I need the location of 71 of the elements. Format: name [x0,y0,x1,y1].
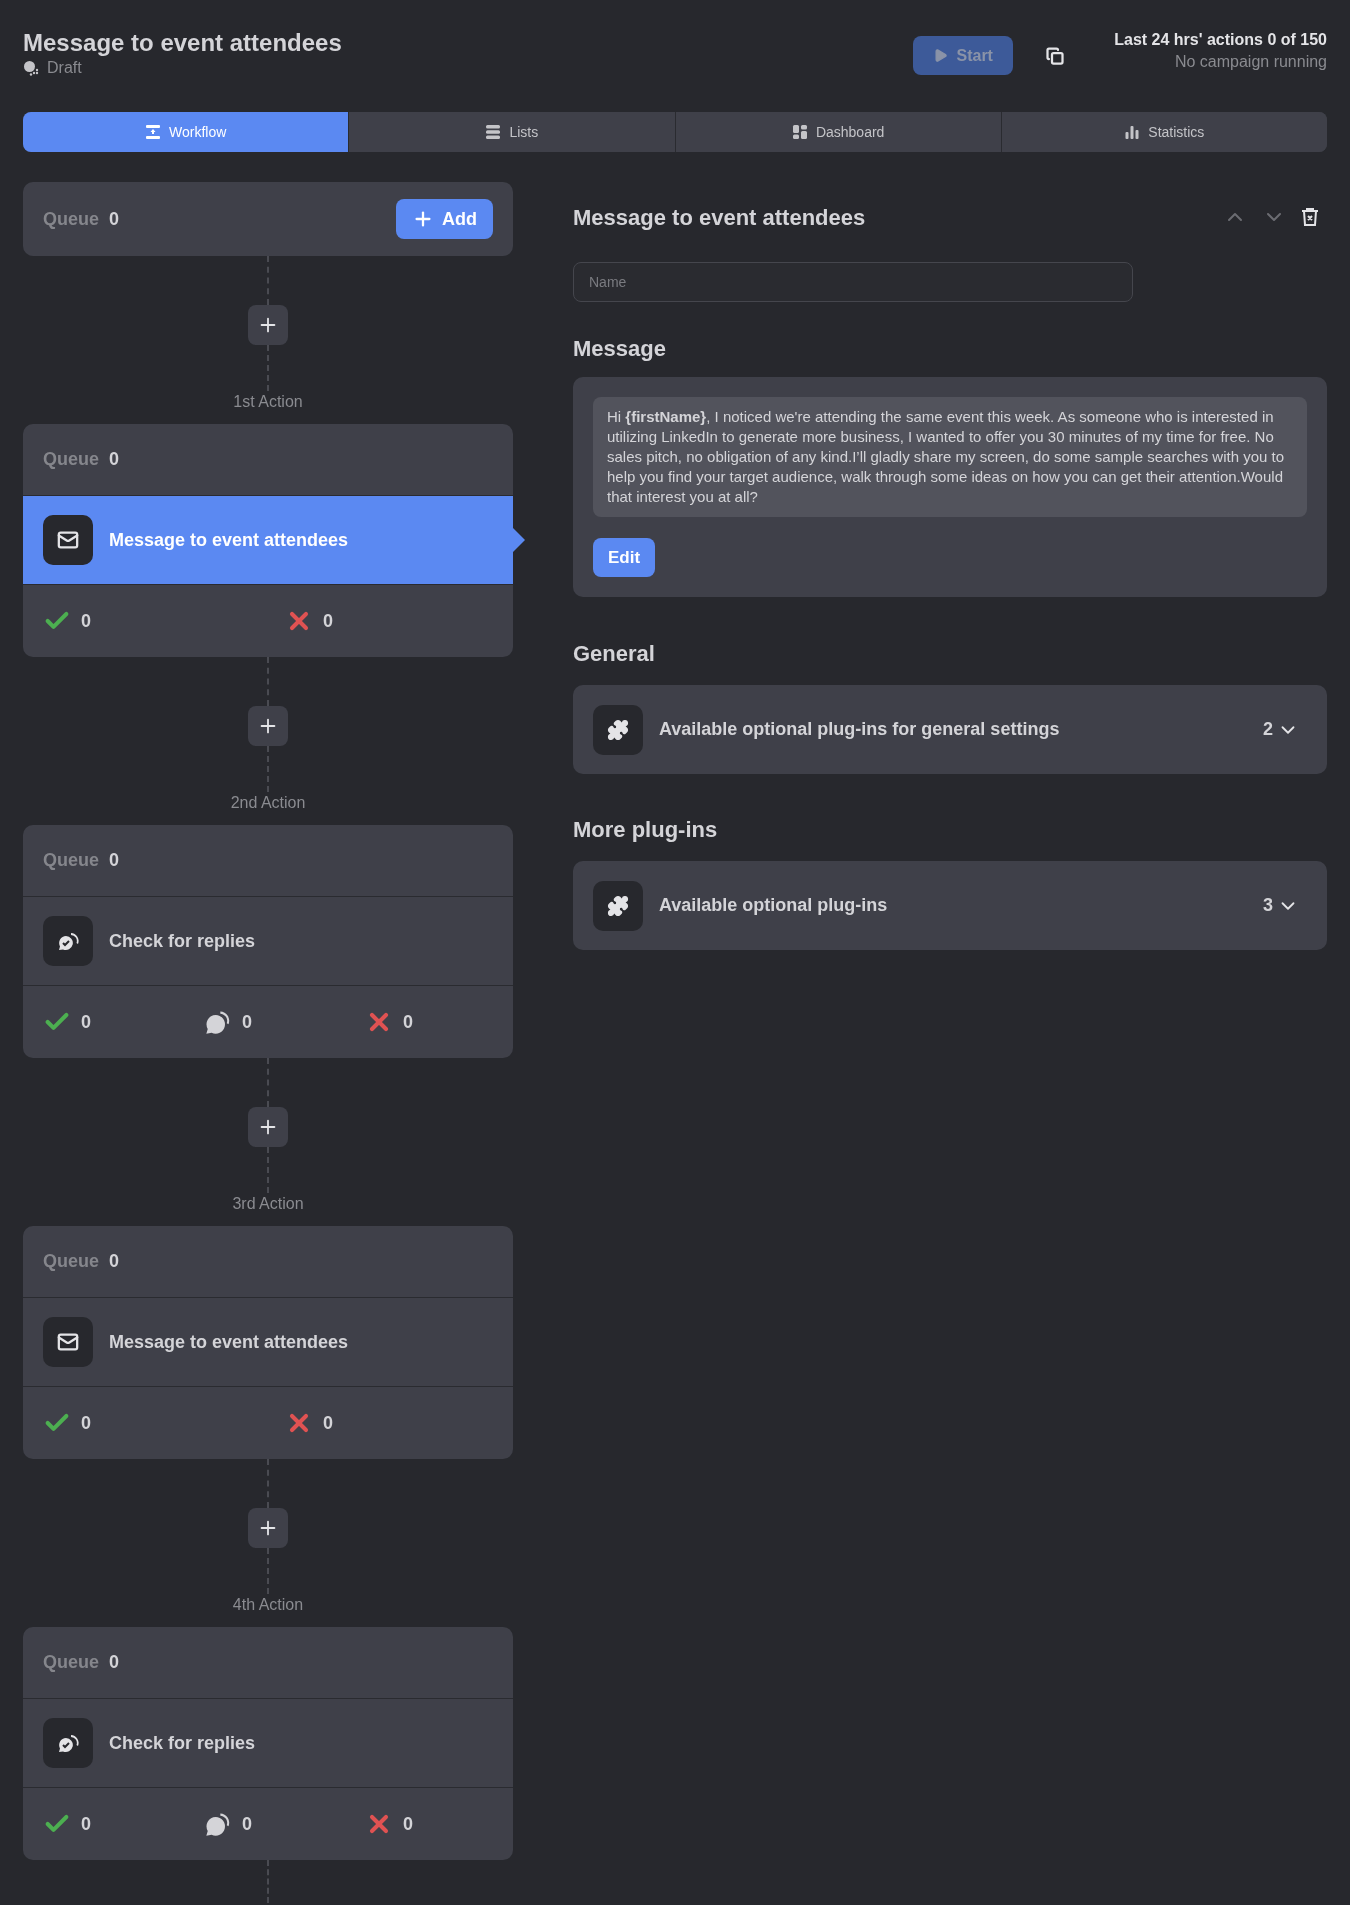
draft-icon [23,60,39,76]
section-heading: More plug-ins [573,816,719,844]
add-step-button[interactable] [248,305,288,345]
section-heading: General [573,640,656,668]
envelope-icon [43,515,93,565]
bar-chart-icon [1124,124,1141,140]
queue-label: Queue [43,448,99,471]
plugin-count: 3 [1263,894,1273,917]
action-title: Message to event attendees [109,528,349,552]
step-label: 3rd Action [232,1194,304,1214]
queue-label: Queue [43,207,99,231]
chat-check-icon [43,916,93,966]
plugins-accordion[interactable]: Available optional plug-ins for general settings 2 [573,685,1327,774]
tab[interactable]: Statistics [1000,112,1327,152]
workflow-icon [144,124,161,140]
stat-count: 0 [323,1411,333,1435]
dashboard-icon [791,124,808,140]
tab[interactable]: Workflow [23,112,349,152]
action-row[interactable]: Message to event attendees [23,495,513,585]
stat-count: 0 [81,1010,91,1034]
queue-label: Queue [43,1651,99,1674]
status-text: Draft [47,58,82,78]
accordion-label: Available optional plug-ins [659,894,889,917]
queue-count: 0 [109,849,120,872]
play-icon [933,48,949,63]
step-label: 1st Action [233,392,303,412]
list-icon [485,124,502,140]
stat-count: 0 [81,609,91,633]
page-title: Message to event attendees [23,28,343,58]
queue-count: 0 [109,1250,120,1273]
action-title: Check for replies [109,1731,256,1755]
queue-count: 0 [109,1651,120,1674]
delete-icon[interactable] [1301,207,1319,227]
section-heading: Message [573,335,667,363]
queue-label: Queue [43,1250,99,1273]
puzzle-icon [593,704,643,755]
edit-button[interactable]: Edit [593,538,656,577]
name-field[interactable]: Name [573,262,1133,302]
action-title: Check for replies [109,929,256,953]
add-step-button[interactable] [248,706,288,746]
stat-count: 0 [403,1010,413,1034]
step-label: 2nd Action [230,793,306,813]
stat-count: 0 [242,1812,252,1836]
stat-count: 0 [81,1812,91,1836]
action-row[interactable]: Message to event attendees [23,1297,513,1387]
stat-count: 0 [242,1010,252,1034]
add-step-button[interactable] [248,1107,288,1147]
copy-icon[interactable] [1046,47,1065,65]
action-title: Message to event attendees [109,1330,349,1354]
queue-count: 0 [109,448,120,471]
stat-count: 0 [403,1812,413,1836]
puzzle-icon [593,880,643,931]
action-row[interactable]: Check for replies [23,1698,513,1788]
add-button[interactable]: Add [396,199,493,239]
step-label: 4th Action [232,1595,304,1615]
accordion-label: Available optional plug-ins for general settings [659,718,1061,741]
chat-check-icon [43,1718,93,1768]
action-row[interactable]: Check for replies [23,896,513,986]
plugins-accordion[interactable]: Available optional plug-ins 3 [573,861,1327,950]
plugin-count: 2 [1263,718,1273,741]
message-text: Hi {firstName}, I noticed we're attending the same event this week. As someone who is interested in utilizing LinkedIn to generate more business, I wanted to offer you 30 minutes of my time for free. No sales pitch, no obligation of any kind.I’ll gladly share my screen, do some sample searches with you to help you find your target audience, walk through some ideas on how you can get their attention.Would that interest you at all? [593,397,1307,517]
queue-label: Queue [43,849,99,872]
queue-count: 0 [109,207,121,231]
stat-count: 0 [323,609,333,633]
pointer-arrow [513,528,525,552]
add-step-button[interactable] [248,1508,288,1548]
campaign-status: No campaign running [1174,52,1327,72]
stat-count: 0 [81,1411,91,1435]
quota-text: Last 24 hrs' actions 0 of 150 [1114,30,1327,50]
envelope-icon [43,1317,93,1367]
editor-title: Message to event attendees [573,203,867,232]
